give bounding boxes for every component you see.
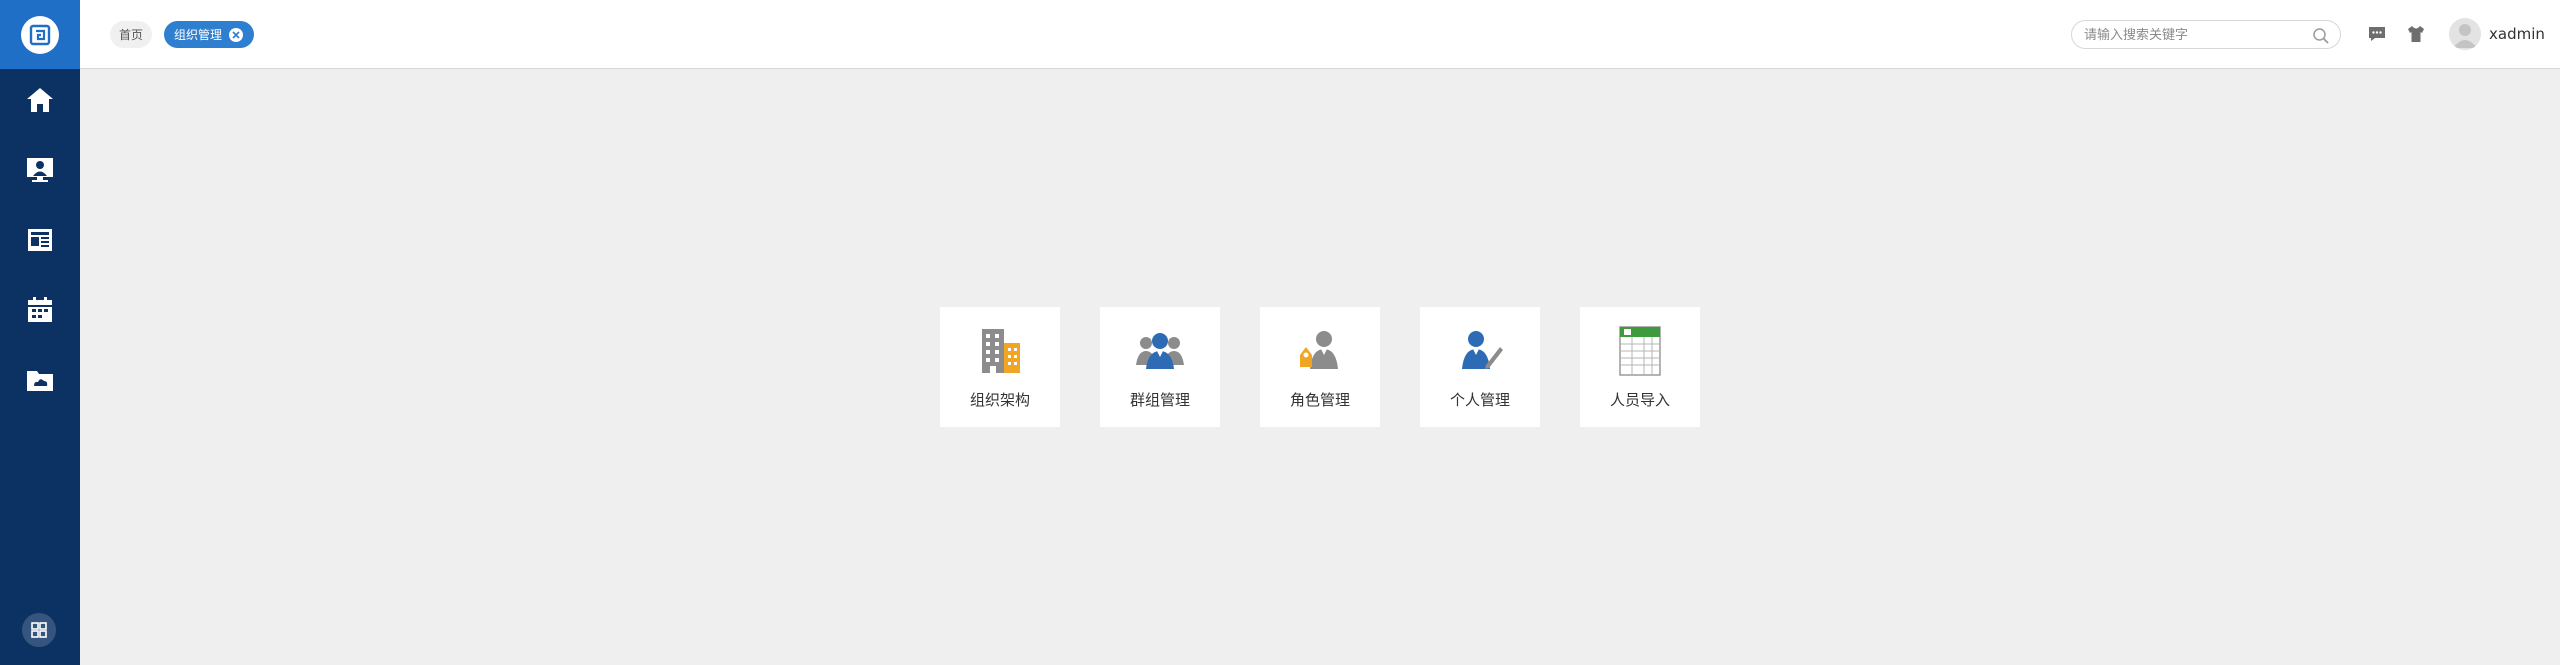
tile-label: 群组管理 — [1129, 391, 1190, 409]
tile-role-management[interactable]: 角色管理 — [1260, 307, 1380, 427]
search-box — [2071, 20, 2341, 49]
close-icon[interactable] — [229, 27, 244, 42]
group-icon — [1136, 333, 1184, 369]
username: xadmin — [2489, 25, 2545, 43]
tile-group-management[interactable]: 群组管理 — [1100, 307, 1220, 427]
tab-home[interactable]: 首页 — [110, 21, 152, 48]
grid-apps-icon — [31, 622, 47, 638]
tile-label: 组织架构 — [969, 391, 1030, 409]
apps-button[interactable] — [22, 613, 56, 647]
monitor-person-icon — [27, 158, 53, 182]
avatar — [2449, 18, 2481, 50]
cloud-folder-icon — [27, 371, 53, 391]
search-input[interactable] — [2084, 25, 2304, 45]
tile-personal-management[interactable]: 个人管理 — [1420, 307, 1540, 427]
home-icon — [27, 88, 53, 112]
user-menu[interactable]: xadmin — [2449, 18, 2545, 50]
role-icon — [1300, 331, 1338, 369]
news-icon — [28, 229, 52, 251]
building-icon — [982, 329, 1020, 373]
tile-label: 角色管理 — [1289, 391, 1350, 409]
tile-label: 个人管理 — [1449, 391, 1510, 409]
sidebar-item-home[interactable] — [0, 70, 80, 130]
spreadsheet-import-icon — [1619, 326, 1661, 376]
sidebar-item-cloud-folder[interactable] — [0, 350, 80, 410]
header: 首页 组织管理 xadmin — [80, 0, 2560, 69]
sidebar-item-calendar[interactable] — [0, 280, 80, 340]
tab-org-management[interactable]: 组织管理 — [164, 21, 254, 48]
search-icon[interactable] — [2312, 27, 2330, 45]
calendar-icon — [28, 297, 52, 322]
logo-icon — [21, 15, 59, 54]
tab-home-label: 首页 — [118, 28, 143, 42]
tile-staff-import[interactable]: 人员导入 — [1580, 307, 1700, 427]
logo[interactable] — [0, 0, 80, 69]
tile-org-structure[interactable]: 组织架构 — [940, 307, 1060, 427]
person-edit-icon — [1462, 331, 1503, 369]
sidebar-item-news[interactable] — [0, 210, 80, 270]
sidebar-item-monitor[interactable] — [0, 140, 80, 200]
message-icon[interactable] — [2367, 24, 2387, 44]
tile-label: 人员导入 — [1609, 391, 1670, 409]
sidebar — [0, 0, 80, 665]
tab-active-label: 组织管理 — [174, 28, 223, 42]
skin-shirt-icon[interactable] — [2406, 24, 2426, 44]
